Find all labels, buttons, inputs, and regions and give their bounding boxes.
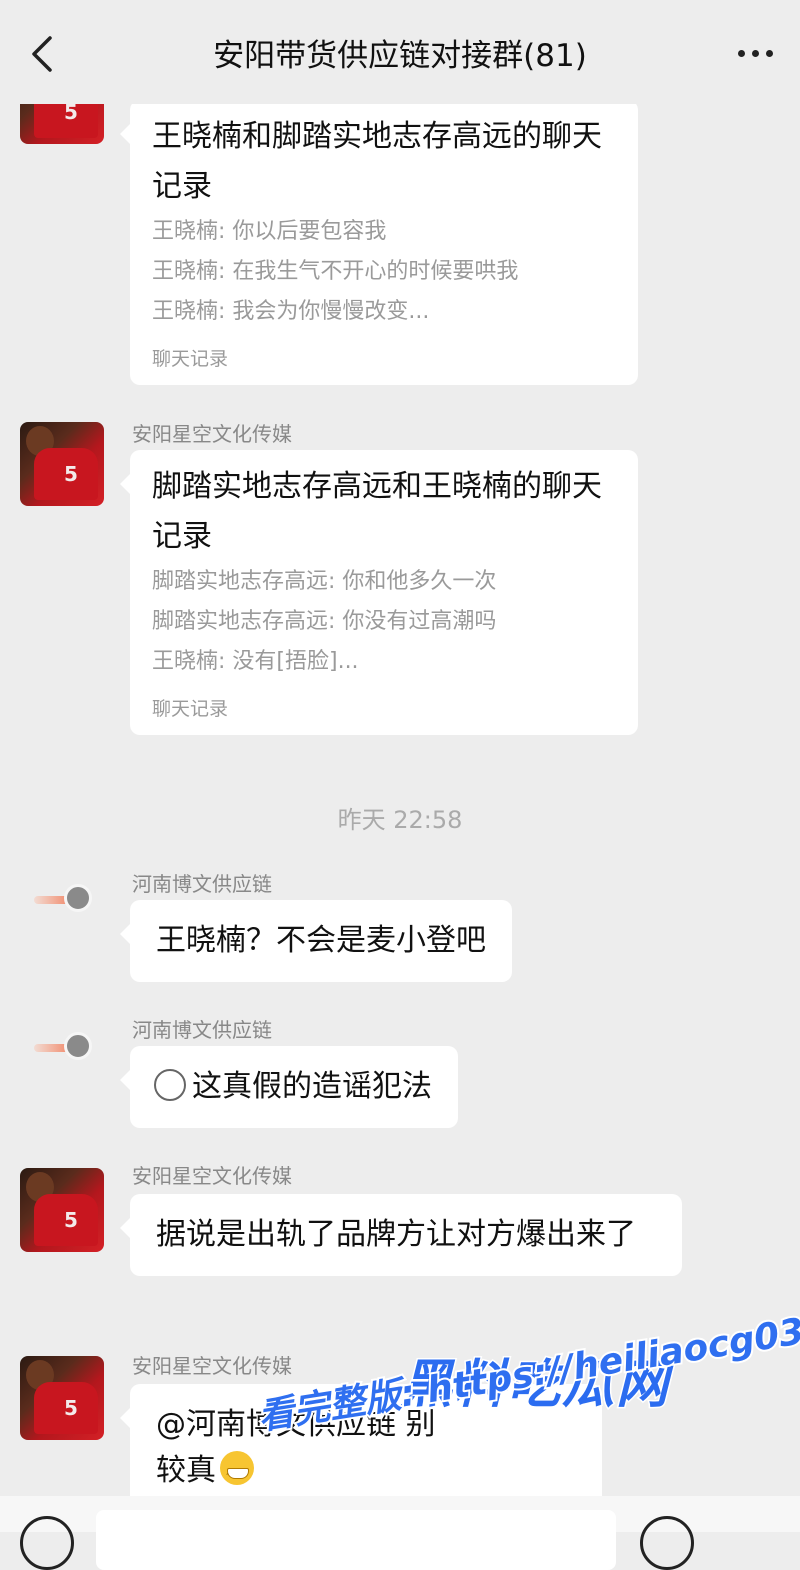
card-line: 王晓楠: 没有[捂脸]... — [152, 649, 359, 674]
chat-title: 安阳带货供应链对接群(81) — [213, 38, 587, 74]
card-title: 王晓楠和脚踏实地志存高远的聊天记录 — [152, 119, 602, 204]
voice-icon[interactable] — [20, 1516, 74, 1570]
avatar[interactable]: 5 — [20, 422, 104, 506]
grinning-emoji-icon — [220, 1450, 254, 1499]
more-dots-icon[interactable] — [738, 44, 774, 64]
card-line: 脚踏实地志存高远: 你没有过高潮吗 — [152, 609, 497, 634]
sender-name: 安阳星空文化传媒 — [132, 1164, 292, 1188]
avatar[interactable]: 5 — [20, 1356, 104, 1440]
card-title: 脚踏实地志存高远和王晓楠的聊天记录 — [152, 469, 602, 554]
chat-record-card[interactable]: 王晓楠和脚踏实地志存高远的聊天记录 王晓楠: 你以后要包容我 王晓楠: 在我生气… — [120, 100, 638, 385]
card-line: 王晓楠: 在我生气不开心的时候要哄我 — [152, 259, 519, 284]
sender-name: 河南博文供应链 — [132, 1018, 272, 1042]
input-bar — [0, 1496, 800, 1570]
message-bubble[interactable]: 王晓楠？不会是麦小登吧 — [120, 900, 512, 982]
card-line: 脚踏实地志存高远: 你和他多久一次 — [152, 569, 497, 594]
emoji-icon[interactable] — [640, 1516, 694, 1570]
card-line: 王晓楠: 我会为你慢慢改变... — [152, 299, 430, 324]
card-line: 王晓楠: 你以后要包容我 — [152, 219, 387, 244]
message-bubble[interactable]: 据说是出轨了品牌方让对方爆出来了 — [120, 1194, 682, 1276]
timestamp: 昨天 22:58 — [337, 806, 463, 834]
card-footer: 聊天记录 — [152, 348, 229, 370]
message-input[interactable] — [96, 1510, 616, 1570]
avatar[interactable] — [20, 862, 104, 946]
sender-name: 安阳星空文化传媒 — [132, 422, 292, 446]
message-text: 王晓楠？不会是麦小登吧 — [156, 923, 486, 958]
avatar[interactable]: 5 — [20, 1168, 104, 1252]
message-text: 这真假的造谣犯法 — [192, 1069, 432, 1104]
sender-name: 河南博文供应链 — [132, 872, 272, 896]
card-footer: 聊天记录 — [152, 698, 229, 720]
message-bubble[interactable]: 这真假的造谣犯法 — [120, 1046, 458, 1128]
avatar[interactable] — [20, 1010, 104, 1094]
top-bar: 安阳带货供应链对接群(81) — [0, 0, 800, 104]
chat-record-card[interactable]: 脚踏实地志存高远和王晓楠的聊天记录 脚踏实地志存高远: 你和他多久一次 脚踏实地… — [120, 450, 638, 735]
message-text: 据说是出轨了品牌方让对方爆出来了 — [156, 1217, 636, 1252]
message-text: 较真 — [156, 1453, 216, 1488]
sender-name: 安阳星空文化传媒 — [132, 1354, 292, 1378]
warning-emoji-icon — [154, 1068, 186, 1101]
